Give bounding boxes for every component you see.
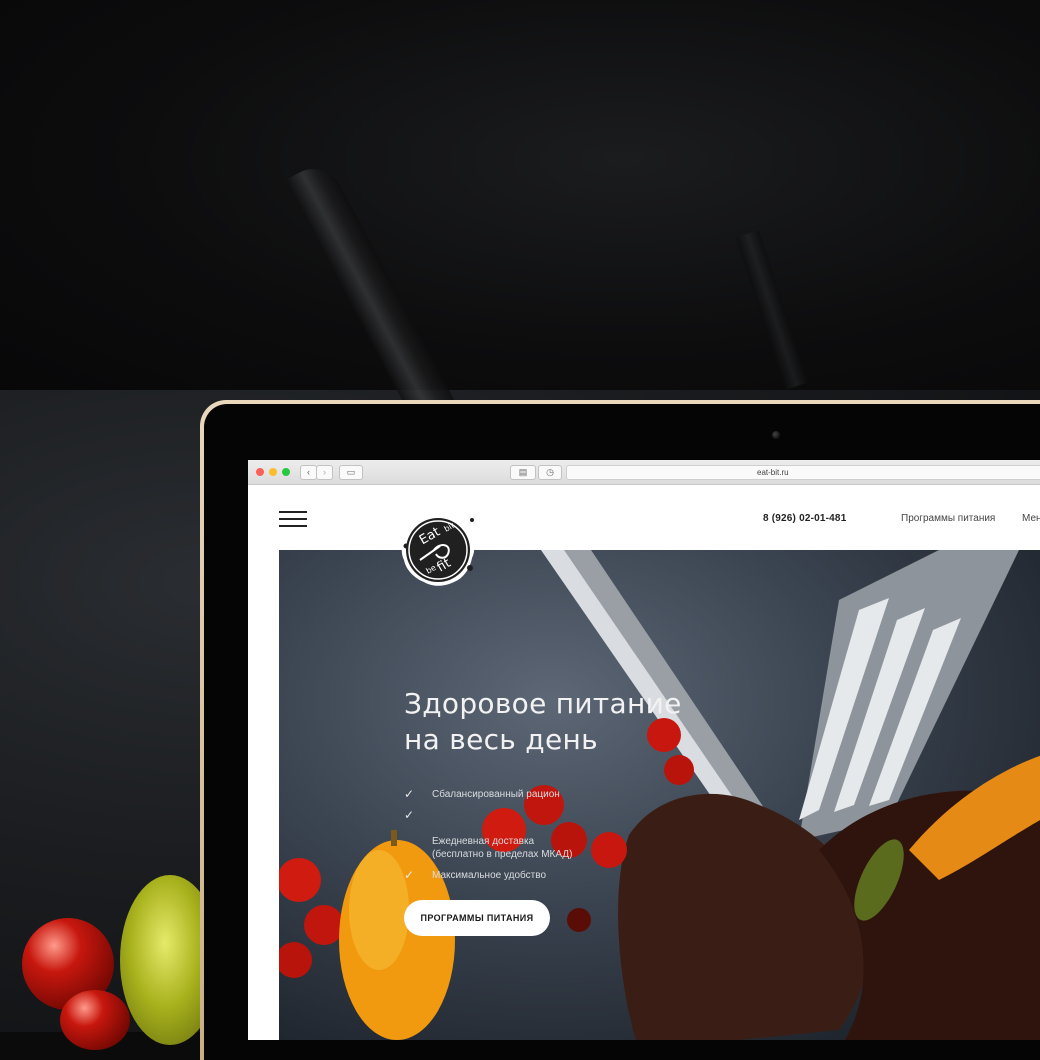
site-logo[interactable]: Eat bit be fit (400, 508, 476, 588)
check-icon: ✓ (404, 808, 415, 822)
close-window-button[interactable] (256, 468, 264, 476)
clock-icon: ◷ (546, 467, 554, 477)
reader-icon: ▤ (518, 467, 528, 477)
feature-text: Максимальное удобство (432, 870, 547, 881)
phone-number[interactable]: 8 (926) 02-01-481 (763, 513, 846, 524)
sidebar-icon: ▭ (346, 467, 356, 477)
menu-button[interactable] (279, 511, 307, 527)
hero-food-image (279, 550, 1040, 1040)
sidebar-button[interactable]: ▭ (339, 465, 363, 480)
programs-button[interactable]: ПРОГРАММЫ ПИТАНИЯ (404, 900, 550, 936)
chevron-left-icon: ‹ (307, 467, 310, 477)
camera-icon (772, 431, 780, 439)
feature-item: ✓ Ежедневная доставка (бесплатно в преде… (404, 809, 572, 861)
hero-title-line-1: Здоровое питание (404, 687, 682, 720)
address-bar[interactable]: eat-bit.ru (566, 465, 1040, 480)
forward-button[interactable]: › (316, 465, 333, 480)
history-button[interactable]: ◷ (538, 465, 562, 480)
feature-item: ✓ Максимальное удобство (404, 869, 572, 882)
nav-item-programs[interactable]: Программы питания (901, 513, 995, 524)
address-url: eat-bit.ru (757, 468, 789, 477)
nav-item-menu[interactable]: Мен (1022, 513, 1040, 524)
hero-features-list: ✓ Сбалансированный рацион ✓ Ежедневная д… (404, 788, 572, 890)
check-icon: ✓ (404, 787, 415, 801)
feature-text: Ежедневная доставка (бесплатно в предела… (432, 836, 573, 860)
site-header: 8 (926) 02-01-481 Программы питания Мен (248, 485, 1040, 550)
minimize-window-button[interactable] (269, 468, 277, 476)
reader-button[interactable]: ▤ (510, 465, 536, 480)
chevron-right-icon: › (323, 467, 326, 477)
hero-title-line-2: на весь день (404, 723, 598, 756)
feature-item: ✓ Сбалансированный рацион (404, 788, 572, 801)
background-dark-scene (0, 0, 1040, 400)
check-icon: ✓ (404, 868, 415, 882)
hero-section: Здоровое питание на весь день ✓ Сбаланси… (279, 550, 1040, 1040)
background-berry (60, 990, 130, 1050)
zoom-window-button[interactable] (282, 468, 290, 476)
hamburger-icon (279, 511, 307, 513)
hero-title: Здоровое питание на весь день (404, 686, 682, 758)
feature-text: Сбалансированный рацион (432, 789, 560, 800)
back-button[interactable]: ‹ (300, 465, 317, 480)
browser-window: ‹ › ▭ ▤ ◷ eat-bit.ru 8 (926) 02-01-481 П… (248, 460, 1040, 1040)
hamburger-icon (279, 518, 307, 520)
browser-toolbar: ‹ › ▭ ▤ ◷ eat-bit.ru (248, 460, 1040, 485)
hamburger-icon (279, 525, 307, 527)
